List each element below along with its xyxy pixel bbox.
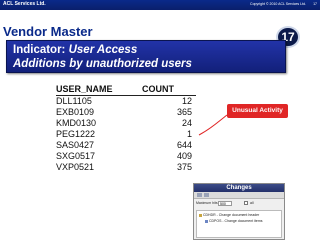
tree-node[interactable]: CDPOS - Change document items: [205, 219, 263, 224]
copyright-notice: Copyright © 2010 ACL Services Ltd.: [250, 2, 306, 6]
row-count: 375: [176, 162, 192, 172]
document-icon: [205, 219, 208, 223]
table-row: PEG1222 1: [56, 129, 196, 140]
table-body: DLL1105 12 EXB0109 365 KMD0130 24 PEG122…: [56, 96, 196, 173]
tree-node-label: CDHDR - Change document header: [203, 213, 260, 217]
row-count: 12: [181, 96, 192, 106]
row-user-name: SXG0517: [56, 151, 96, 161]
changes-window-title: Changes: [194, 184, 284, 192]
row-user-name: EXB0109: [56, 107, 95, 117]
column-header-count: COUNT: [142, 84, 174, 94]
company-name: ACL Services Ltd.: [3, 1, 46, 7]
page-title: Vendor Master: [3, 24, 93, 39]
unusual-activity-callout: Unusual Activity: [227, 104, 288, 118]
table-row: DLL1105 12: [56, 96, 196, 107]
row-count: 644: [176, 140, 192, 150]
slide-number: 17: [313, 2, 317, 6]
table-header: USER_NAME COUNT: [56, 84, 196, 95]
table-row: EXB0109 365: [56, 107, 196, 118]
indicator-subtitle: Additions by unauthorized users: [13, 58, 192, 70]
row-user-name: PEG1222: [56, 129, 96, 139]
max-hits-input[interactable]: 500: [218, 201, 232, 206]
toolbar-button-icon[interactable]: [197, 193, 202, 197]
row-user-name: VXP0521: [56, 162, 95, 172]
table-row: SXG0517 409: [56, 151, 196, 162]
changes-toolbar: [194, 192, 284, 199]
tree-node[interactable]: CDHDR - Change document header: [199, 213, 259, 218]
folder-icon: [199, 213, 202, 217]
row-user-name: DLL1105: [56, 96, 92, 106]
table-row: VXP0521 375: [56, 162, 196, 173]
user-count-table: USER_NAME COUNT DLL1105 12 EXB0109 365 K…: [56, 84, 196, 172]
all-label: all: [250, 201, 254, 205]
top-banner: ACL Services Ltd. Copyright © 2010 ACL S…: [0, 0, 320, 10]
row-user-name: SAS0427: [56, 140, 95, 150]
all-checkbox[interactable]: [244, 201, 248, 205]
max-hits-label: Maximum hits: [196, 201, 218, 205]
tree-node-label: CDPOS - Change document items: [209, 219, 263, 223]
table-row: KMD0130 24: [56, 118, 196, 129]
toolbar-button-icon[interactable]: [204, 193, 209, 197]
row-user-name: KMD0130: [56, 118, 97, 128]
table-row: SAS0427 644: [56, 140, 196, 151]
row-count: 409: [176, 151, 192, 161]
changes-window: Changes Maximum hits 500 all CDHDR - Cha…: [193, 183, 285, 240]
column-header-user-name: USER_NAME: [56, 84, 113, 94]
indicator-label: Indicator:: [13, 44, 66, 56]
row-count: 24: [181, 118, 192, 128]
row-count: 365: [176, 107, 192, 117]
indicator-heading: Indicator: User Access: [13, 44, 137, 56]
table-tree: CDHDR - Change document header CDPOS - C…: [196, 210, 282, 238]
max-hits-row: Maximum hits 500 all: [196, 201, 282, 208]
indicator-banner: Indicator: User Access Additions by unau…: [6, 40, 286, 73]
indicator-value: User Access: [68, 44, 138, 56]
row-count: 1: [186, 129, 192, 139]
